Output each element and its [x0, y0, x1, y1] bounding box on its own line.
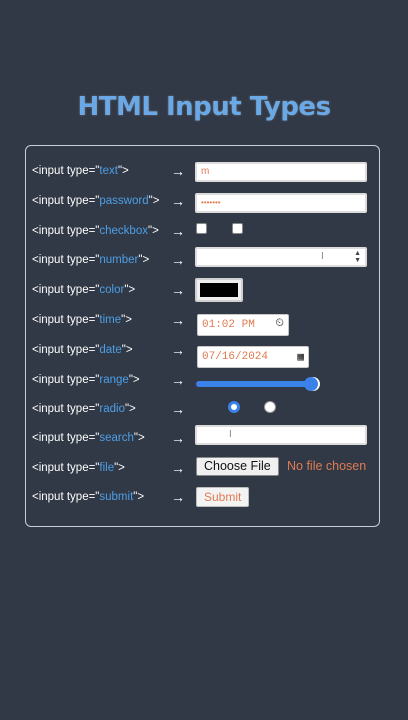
checkbox-1[interactable] [196, 223, 207, 234]
search-input[interactable]: I [195, 425, 367, 445]
code-label-number: <input type="number"> [32, 254, 150, 266]
time-value: 01:02 PM [202, 319, 255, 331]
code-label-text: <input type="text"> [32, 165, 129, 177]
arrow-icon: → [171, 312, 185, 328]
arrow-icon: → [171, 193, 185, 209]
checkbox-2[interactable] [232, 223, 243, 234]
code-label-password: <input type="password"> [32, 195, 160, 207]
text-input[interactable]: m [195, 162, 367, 182]
choose-file-button[interactable]: Choose File [196, 457, 279, 476]
range-slider[interactable] [196, 377, 324, 391]
code-label-submit: <input type="submit"> [32, 491, 145, 503]
text-cursor-icon: I [229, 429, 232, 440]
code-label-color: <input type="color"> [32, 284, 136, 296]
row-text: <input type="text"> → m [32, 161, 377, 185]
file-status: No file chosen [287, 459, 367, 473]
code-label-file: <input type="file"> [32, 462, 125, 474]
arrow-icon: → [171, 342, 185, 358]
row-password: <input type="password"> → ••••••• [32, 191, 377, 215]
arrow-icon: → [171, 401, 185, 417]
code-label-date: <input type="date"> [32, 344, 133, 356]
code-label-radio: <input type="radio"> [32, 403, 136, 415]
arrow-icon: → [171, 430, 185, 446]
code-label-range: <input type="range"> [32, 374, 140, 386]
text-cursor-icon: I [321, 251, 324, 262]
code-label-time: <input type="time"> [32, 314, 132, 326]
row-file: <input type="file"> → Choose File No fil… [32, 457, 377, 482]
row-submit: <input type="submit"> → Submit [32, 487, 377, 511]
color-input[interactable] [195, 278, 243, 302]
arrow-icon: → [171, 163, 185, 179]
row-search: <input type="search"> → I [32, 425, 377, 452]
code-label-checkbox: <input type="checkbox"> [32, 225, 159, 237]
row-time: <input type="time"> → 01:02 PM ⏲ [32, 310, 377, 336]
row-date: <input type="date"> → 07/16/2024 ▦ [32, 340, 377, 368]
arrow-icon: → [171, 252, 185, 268]
date-input[interactable]: 07/16/2024 ▦ [197, 346, 309, 368]
arrow-icon: → [171, 372, 185, 388]
row-radio: <input type="radio"> → [32, 399, 377, 423]
range-thumb[interactable] [304, 377, 318, 391]
arrow-icon: → [171, 460, 185, 476]
arrow-icon: → [171, 489, 185, 505]
calendar-icon[interactable]: ▦ [297, 350, 304, 364]
time-input[interactable]: 01:02 PM ⏲ [197, 314, 289, 336]
spinner-arrows-icon[interactable]: ▲ ▼ [354, 250, 361, 264]
arrow-icon: → [171, 223, 185, 239]
page-title: HTML Input Types [77, 92, 331, 122]
code-label-search: <input type="search"> [32, 432, 145, 444]
row-color: <input type="color"> → [32, 278, 377, 304]
radio-option-1[interactable] [228, 401, 240, 413]
date-value: 07/16/2024 [202, 351, 269, 363]
number-input[interactable]: I ▲ ▼ [195, 247, 367, 267]
row-checkbox: <input type="checkbox"> → [32, 221, 377, 245]
radio-option-2[interactable] [264, 401, 276, 413]
arrow-icon: → [171, 282, 185, 298]
row-number: <input type="number"> → I ▲ ▼ [32, 247, 377, 274]
submit-button[interactable]: Submit [196, 487, 250, 507]
password-input[interactable]: ••••••• [195, 193, 367, 213]
color-swatch-fill [200, 283, 238, 297]
row-range: <input type="range"> → [32, 370, 377, 394]
clock-icon[interactable]: ⏲ [275, 318, 284, 330]
range-track [196, 381, 311, 387]
